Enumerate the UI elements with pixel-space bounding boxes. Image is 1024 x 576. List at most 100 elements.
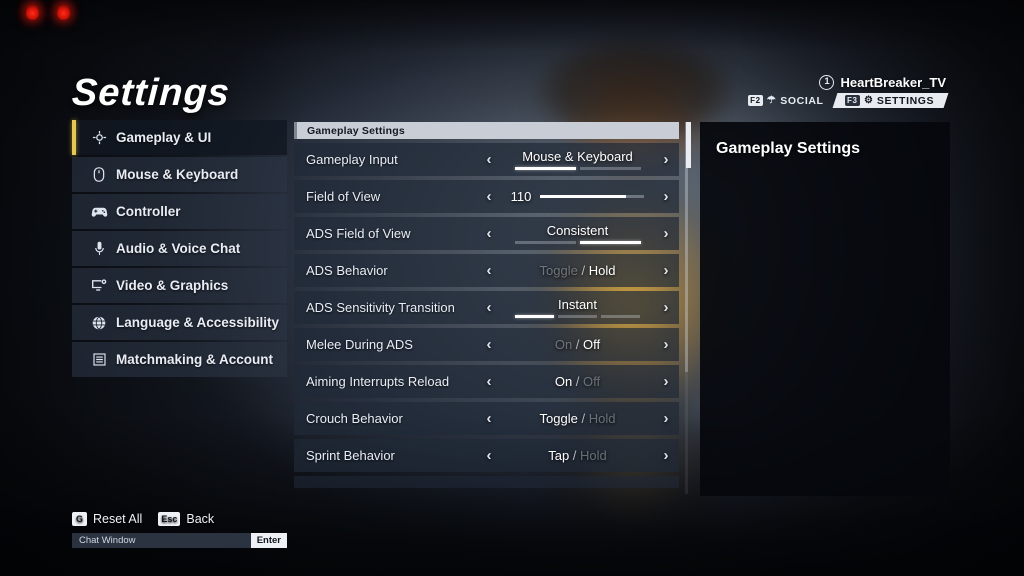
chat-input[interactable]: Chat Window [72, 535, 251, 546]
segment-indicator [514, 241, 641, 244]
chevron-left-icon[interactable]: ‹ [476, 373, 502, 390]
chevron-right-icon[interactable]: › [653, 262, 679, 279]
hint-back[interactable]: Esc Back [158, 512, 214, 526]
blood-drop-icon [19, 0, 46, 25]
chevron-left-icon[interactable]: ‹ [476, 188, 502, 205]
setting-label: Gameplay Input [306, 152, 398, 167]
player-name: HeartBreaker_TV [840, 75, 946, 90]
slider-fill [540, 195, 626, 198]
quick-action-bar: F2 ☂ SOCIAL F3 ⚙ SETTINGS [741, 93, 949, 108]
sidebar-item-language-accessibility[interactable]: Language & Accessibility [72, 305, 287, 340]
setting-value: Consistent [546, 223, 609, 238]
segment-indicator [514, 167, 641, 170]
setting-value-area: 110 [502, 180, 653, 213]
gear-icon: ⚙ [863, 95, 873, 106]
gamepad-icon [90, 204, 108, 220]
sidebar-item-label: Gameplay & UI [116, 130, 212, 145]
setting-value: Toggle / Hold [540, 411, 616, 426]
quick-action-settings[interactable]: F3 ⚙ SETTINGS [832, 93, 949, 108]
setting-value-area: Toggle / Hold [502, 402, 653, 435]
chevron-left-icon[interactable]: ‹ [476, 299, 502, 316]
segment-2 [579, 167, 641, 170]
microphone-icon [90, 241, 108, 257]
chevron-right-icon[interactable]: › [653, 447, 679, 464]
sidebar-item-audio-voice-chat[interactable]: Audio & Voice Chat [72, 231, 287, 266]
chevron-right-icon[interactable]: › [653, 151, 679, 168]
setting-row-crouch-behavior[interactable]: Crouch Behavior ‹ Toggle / Hold › [294, 402, 679, 435]
setting-value: Instant [557, 297, 598, 312]
sidebar-item-label: Matchmaking & Account [116, 352, 274, 367]
quick-action-social[interactable]: F2 ☂ SOCIAL [741, 93, 830, 108]
setting-row-field-of-view[interactable]: Field of View ‹ 110 › [294, 180, 679, 213]
slider-value: 110 [510, 189, 532, 204]
sidebar-item-video-graphics[interactable]: Video & Graphics [72, 268, 287, 303]
setting-value: Mouse & Keyboard [522, 149, 633, 164]
setting-option-hold[interactable]: Hold [589, 411, 616, 426]
setting-option-tap[interactable]: Tap [548, 448, 569, 463]
setting-label: Aiming Interrupts Reload [306, 374, 450, 389]
chevron-left-icon[interactable]: ‹ [476, 447, 502, 464]
segment-1 [514, 315, 554, 318]
chevron-left-icon[interactable]: ‹ [476, 151, 502, 168]
segment-1 [514, 167, 576, 170]
setting-value: 110 [511, 189, 645, 204]
setting-option-on[interactable]: On [555, 337, 572, 352]
setting-row-ads-sensitivity-transition[interactable]: ADS Sensitivity Transition ‹ Instant › [294, 291, 679, 324]
sidebar-item-gameplay-ui[interactable]: Gameplay & UI [72, 120, 287, 155]
slider-track[interactable] [540, 195, 645, 198]
setting-option-toggle[interactable]: Toggle [540, 411, 578, 426]
crosshair-icon [90, 130, 108, 146]
setting-row-ads-field-of-view[interactable]: ADS Field of View ‹ Consistent › [294, 217, 679, 250]
segment-2 [557, 315, 598, 318]
setting-row-aiming-interrupts-reload[interactable]: Aiming Interrupts Reload ‹ On / Off › [294, 365, 679, 398]
chevron-right-icon[interactable]: › [653, 373, 679, 390]
chat-submit-button[interactable]: Enter [250, 533, 287, 548]
keycap-esc: Esc [158, 512, 181, 526]
setting-value: On / Off [555, 374, 600, 389]
chevron-right-icon[interactable]: › [653, 188, 679, 205]
segment-3 [601, 315, 641, 318]
chevron-left-icon[interactable]: ‹ [476, 410, 502, 427]
setting-option-on[interactable]: On [555, 374, 572, 389]
settings-scrollbar[interactable] [685, 122, 688, 494]
setting-row-ads-behavior[interactable]: ADS Behavior ‹ Toggle / Hold › [294, 254, 679, 287]
chevron-right-icon[interactable]: › [653, 410, 679, 427]
chat-window-bar[interactable]: Chat Window Enter [72, 533, 287, 548]
sidebar-item-matchmaking-account[interactable]: Matchmaking & Account [72, 342, 287, 377]
chevron-left-icon[interactable]: ‹ [476, 336, 502, 353]
setting-value-area: Instant [502, 291, 653, 324]
sidebar-item-mouse-keyboard[interactable]: Mouse & Keyboard [72, 157, 287, 192]
info-panel: Gameplay Settings [686, 122, 950, 496]
setting-value-area: Mouse & Keyboard [502, 143, 653, 176]
chevron-right-icon[interactable]: › [653, 336, 679, 353]
chevron-right-icon[interactable]: › [653, 299, 679, 316]
sidebar-item-controller[interactable]: Controller [72, 194, 287, 229]
chevron-left-icon[interactable]: ‹ [476, 225, 502, 242]
settings-rows: Gameplay Input ‹ Mouse & Keyboard › Field of… [294, 143, 679, 488]
setting-row-gameplay-input[interactable]: Gameplay Input ‹ Mouse & Keyboard › [294, 143, 679, 176]
chevron-left-icon[interactable]: ‹ [476, 262, 502, 279]
chevron-right-icon[interactable]: › [653, 225, 679, 242]
setting-label: ADS Sensitivity Transition [306, 300, 455, 315]
quick-action-label: SOCIAL [780, 94, 824, 107]
setting-option-off[interactable]: Off [583, 374, 600, 389]
setting-option-off[interactable]: Off [583, 337, 600, 352]
quick-action-label: SETTINGS [876, 94, 934, 107]
setting-option-toggle[interactable]: Toggle [540, 263, 578, 278]
setting-option-hold[interactable]: Hold [580, 448, 607, 463]
player-row: 1 HeartBreaker_TV [741, 75, 946, 90]
status-emblems [19, 0, 77, 25]
setting-label: Sprint Behavior [306, 448, 395, 463]
setting-label: ADS Behavior [306, 263, 388, 278]
keycap-f3: F3 [844, 95, 860, 106]
option-separator: / [572, 374, 584, 389]
player-badge: 1 [819, 75, 835, 90]
mouse-icon [90, 167, 108, 183]
setting-value-area: Toggle / Hold [502, 254, 653, 287]
setting-row-melee-during-ads[interactable]: Melee During ADS ‹ On / Off › [294, 328, 679, 361]
globe-icon [90, 315, 108, 331]
setting-option-hold[interactable]: Hold [589, 263, 616, 278]
setting-row-partial[interactable] [294, 476, 679, 488]
hint-reset-all[interactable]: G Reset All [72, 512, 142, 526]
setting-row-sprint-behavior[interactable]: Sprint Behavior ‹ Tap / Hold › [294, 439, 679, 472]
